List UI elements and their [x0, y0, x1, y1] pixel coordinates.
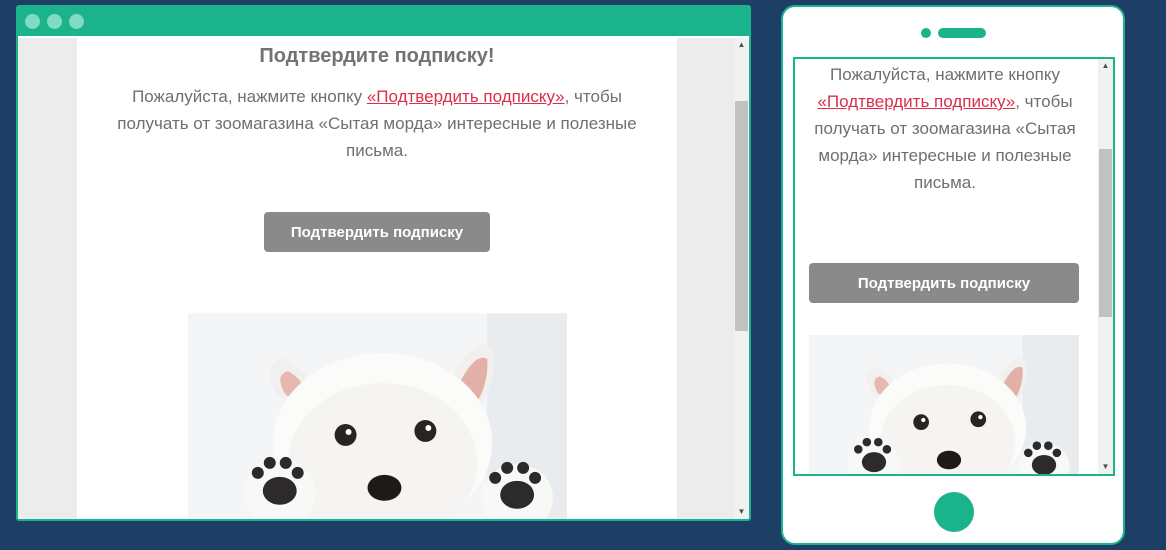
email-body: Подтвердите подписку! Пожалуйста, нажмит…	[77, 38, 677, 519]
window-titlebar	[18, 7, 749, 36]
mobile-preview-device: Пожалуйста, нажмите кнопку «Подтвердить …	[781, 5, 1125, 545]
confirm-link[interactable]: «Подтвердить подписку»	[367, 87, 565, 106]
mobile-scrollbar[interactable]: ▲ ▼	[1098, 59, 1113, 474]
mobile-email-text: Пожалуйста, нажмите кнопку «Подтвердить …	[809, 61, 1081, 196]
mobile-confirm-link[interactable]: «Подтвердить подписку»	[817, 92, 1015, 111]
confirm-subscription-button[interactable]: Подтвердить подписку	[264, 212, 490, 252]
scroll-up-arrow-icon[interactable]: ▲	[734, 38, 749, 52]
mobile-scroll-down-arrow-icon[interactable]: ▼	[1098, 460, 1113, 474]
scrollbar-thumb[interactable]	[735, 101, 748, 331]
desktop-preview-window: Подтвердите подписку! Пожалуйста, нажмит…	[16, 5, 751, 521]
window-dot-close[interactable]	[25, 14, 40, 29]
desktop-scrollbar[interactable]: ▲ ▼	[734, 38, 749, 519]
camera-icon	[921, 28, 931, 38]
window-dot-maximize[interactable]	[69, 14, 84, 29]
email-text: Пожалуйста, нажмите кнопку «Подтвердить …	[97, 83, 657, 164]
desktop-viewport: Подтвердите подписку! Пожалуйста, нажмит…	[18, 38, 749, 519]
puppy-image	[188, 313, 567, 519]
email-text-before-link: Пожалуйста, нажмите кнопку	[132, 87, 367, 106]
mobile-scroll-up-arrow-icon[interactable]: ▲	[1098, 59, 1113, 73]
speaker-icon	[938, 28, 986, 38]
mobile-text-before-link: Пожалуйста, нажмите кнопку	[829, 65, 1060, 84]
mobile-scrollbar-thumb[interactable]	[1099, 149, 1112, 317]
email-title: Подтвердите подписку!	[259, 45, 495, 67]
window-dot-minimize[interactable]	[47, 14, 62, 29]
mobile-confirm-subscription-button[interactable]: Подтвердить подписку	[809, 263, 1079, 303]
home-button[interactable]	[934, 492, 974, 532]
mobile-puppy-image	[809, 335, 1079, 476]
scroll-down-arrow-icon[interactable]: ▼	[734, 505, 749, 519]
mobile-screen: Пожалуйста, нажмите кнопку «Подтвердить …	[793, 57, 1115, 476]
